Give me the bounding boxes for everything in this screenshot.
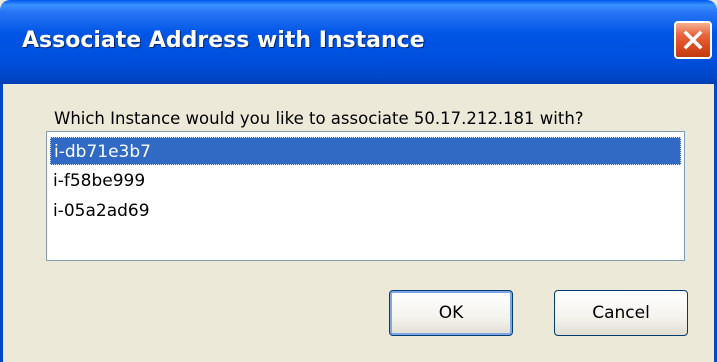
prompt-text: Which Instance would you like to associa…: [54, 109, 584, 128]
dialog-window: Associate Address with Instance Which In…: [0, 0, 717, 362]
ok-button[interactable]: OK: [389, 290, 513, 336]
cancel-button-label: Cancel: [592, 303, 650, 323]
cancel-button[interactable]: Cancel: [554, 290, 688, 336]
close-icon: [683, 30, 703, 50]
dialog-title: Associate Address with Instance: [22, 28, 425, 53]
ok-button-label: OK: [438, 303, 464, 323]
instance-list-item[interactable]: i-f58be999: [50, 167, 681, 195]
close-button[interactable]: [674, 21, 712, 59]
instance-list-item[interactable]: i-05a2ad69: [50, 197, 681, 225]
instance-list-item[interactable]: i-db71e3b7: [50, 137, 681, 165]
instance-list[interactable]: i-db71e3b7 i-f58be999 i-05a2ad69: [46, 131, 685, 261]
title-bar[interactable]: Associate Address with Instance: [0, 0, 717, 84]
